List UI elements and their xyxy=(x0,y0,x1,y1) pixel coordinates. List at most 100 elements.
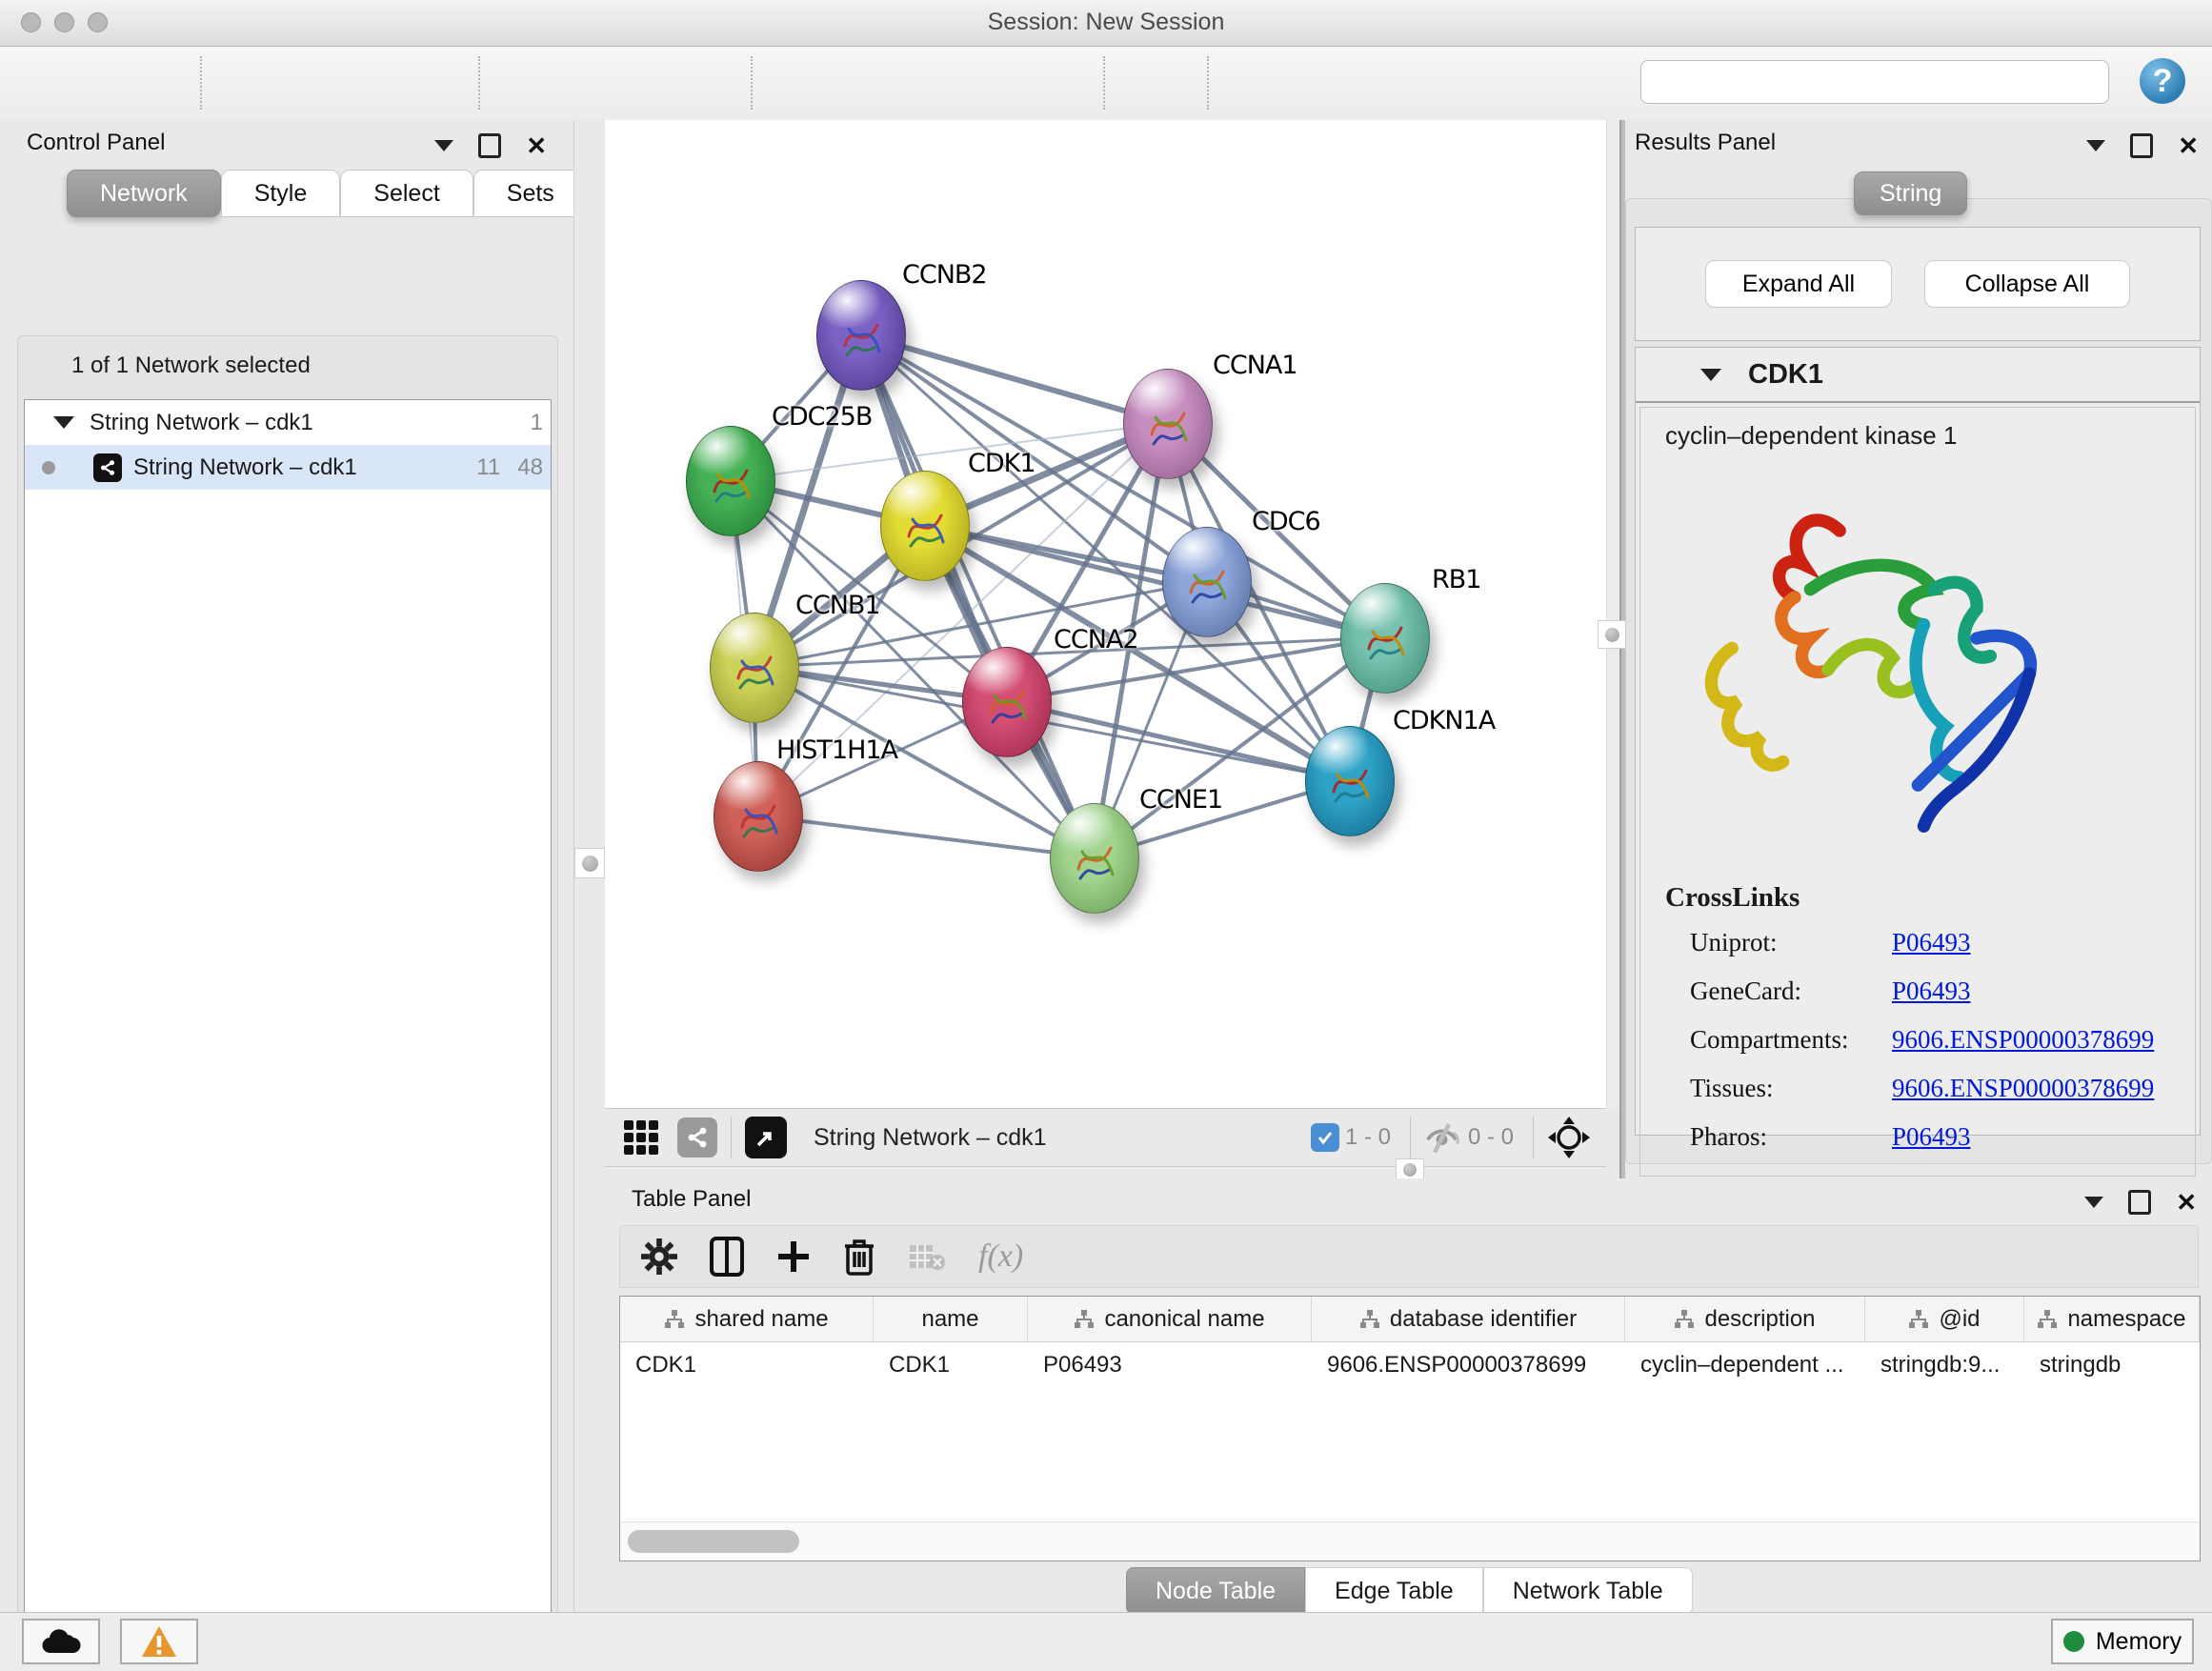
show-hide-graphics-button[interactable] xyxy=(1402,52,1463,113)
help-button[interactable]: ? xyxy=(2140,58,2185,104)
crosslink-label: Compartments: xyxy=(1690,1025,1892,1055)
column-header-shared-name[interactable]: shared name xyxy=(620,1297,874,1341)
network-tree-root-row[interactable]: String Network – cdk1 1 xyxy=(25,400,551,445)
table-panel-float-icon[interactable] xyxy=(2128,1190,2151,1215)
tab-style[interactable]: Style xyxy=(221,170,341,217)
column-header-database-identifier[interactable]: database identifier xyxy=(1312,1297,1625,1341)
table-row[interactable]: CDK1CDK1P064939606.ENSP00000378699cyclin… xyxy=(620,1342,2200,1388)
network-node-hist1h1a[interactable] xyxy=(714,761,803,872)
hidden-count: 0 - 0 xyxy=(1468,1124,1514,1151)
selected-checkbox-icon[interactable] xyxy=(1311,1123,1339,1152)
zoom-fit-button[interactable] xyxy=(928,52,989,113)
crosslink-link[interactable]: P06493 xyxy=(1892,976,1971,1006)
tab-select[interactable]: Select xyxy=(340,170,473,217)
results-panel-menu-icon[interactable] xyxy=(2086,140,2105,151)
table-cell[interactable]: 9606.ENSP00000378699 xyxy=(1312,1342,1625,1388)
grid-view-icon[interactable] xyxy=(622,1118,660,1157)
scrollbar-thumb[interactable] xyxy=(628,1530,799,1553)
network-node-cdk1[interactable] xyxy=(880,471,970,581)
table-horizontal-scrollbar[interactable] xyxy=(620,1521,2200,1560)
zoom-out-button[interactable] xyxy=(847,52,908,113)
zoom-selected-button[interactable] xyxy=(1013,52,1074,113)
network-node-ccna2[interactable] xyxy=(962,647,1052,757)
control-panel-menu-icon[interactable] xyxy=(434,140,453,151)
network-node-ccna1[interactable] xyxy=(1123,369,1213,479)
open-in-window-icon[interactable] xyxy=(745,1117,787,1158)
network-share-icon[interactable] xyxy=(677,1117,717,1158)
tab-network[interactable]: Network xyxy=(67,170,221,217)
network-node-ccne1[interactable] xyxy=(1050,803,1139,914)
import-table-button[interactable] xyxy=(392,52,453,113)
memory-button[interactable]: Memory xyxy=(2051,1619,2194,1664)
show-columns-icon[interactable] xyxy=(710,1237,744,1277)
search-input[interactable] xyxy=(1683,69,1961,95)
network-from-clipboard-button[interactable] xyxy=(1233,52,1294,113)
table-panel-menu-icon[interactable] xyxy=(2084,1197,2103,1208)
tab-network-table[interactable]: Network Table xyxy=(1483,1567,1693,1615)
crosslink-link[interactable]: 9606.ENSP00000378699 xyxy=(1892,1025,2154,1055)
pan-crosshair-icon[interactable] xyxy=(1547,1116,1591,1159)
expand-all-button[interactable]: Expand All xyxy=(1705,260,1892,308)
table-cell[interactable]: CDK1 xyxy=(874,1342,1028,1388)
table-cell[interactable]: stringdb:9... xyxy=(1865,1342,2024,1388)
refresh-button[interactable] xyxy=(1127,52,1188,113)
import-network-button[interactable] xyxy=(216,52,277,113)
control-panel-close-icon[interactable]: ✕ xyxy=(526,136,547,155)
export-network-button[interactable] xyxy=(494,52,555,113)
network-tree-child-row[interactable]: String Network – cdk1 11 48 xyxy=(25,445,551,490)
network-node-ccnb1[interactable] xyxy=(710,613,799,723)
export-table-button[interactable] xyxy=(575,52,636,113)
table-panel-close-icon[interactable]: ✕ xyxy=(2176,1193,2197,1212)
cloud-button[interactable] xyxy=(22,1619,100,1664)
zoom-in-button[interactable] xyxy=(766,52,827,113)
tab-string[interactable]: String xyxy=(1854,171,1967,215)
crosslink-link[interactable]: P06493 xyxy=(1892,1122,1971,1152)
table-cell[interactable]: stringdb xyxy=(2024,1342,2200,1388)
network-node-ccnb2[interactable] xyxy=(816,280,906,391)
left-splitter-handle[interactable] xyxy=(574,848,605,878)
protein-ribbon-thumbnail xyxy=(899,494,951,557)
column-header--id[interactable]: @id xyxy=(1865,1297,2024,1341)
tab-node-table[interactable]: Node Table xyxy=(1126,1567,1305,1615)
right-splitter-handle[interactable] xyxy=(1598,620,1626,649)
open-session-button[interactable] xyxy=(40,52,101,113)
toolbar-separator xyxy=(751,56,753,110)
results-panel-close-icon[interactable]: ✕ xyxy=(2178,136,2199,155)
delete-trash-icon[interactable] xyxy=(843,1238,875,1276)
network-node-cdkn1a[interactable] xyxy=(1305,726,1395,836)
table-settings-gear-icon[interactable] xyxy=(641,1238,677,1275)
control-panel-float-icon[interactable] xyxy=(478,133,501,158)
warnings-button[interactable] xyxy=(120,1619,198,1664)
network-node-cdc25b[interactable] xyxy=(686,426,775,536)
hidden-eye-icon[interactable] xyxy=(1424,1121,1462,1154)
birdseye-button[interactable] xyxy=(1483,52,1544,113)
selected-count: 1 - 0 xyxy=(1345,1124,1391,1151)
entry-expander-icon[interactable] xyxy=(1700,369,1721,381)
right-gutter[interactable] xyxy=(1606,120,1620,1108)
network-node-cdc6[interactable] xyxy=(1162,527,1252,637)
import-network-from-database-button[interactable] xyxy=(305,52,366,113)
column-header-description[interactable]: description xyxy=(1625,1297,1865,1341)
export-image-button[interactable] xyxy=(664,52,725,113)
results-panel-float-icon[interactable] xyxy=(2130,133,2153,158)
crosslink-link[interactable]: P06493 xyxy=(1892,928,1971,957)
tab-sets[interactable]: Sets xyxy=(473,170,588,217)
horizontal-splitter[interactable] xyxy=(605,1167,1606,1178)
table-cell[interactable]: P06493 xyxy=(1028,1342,1312,1388)
homes-button[interactable] xyxy=(1315,52,1376,113)
tab-edge-table[interactable]: Edge Table xyxy=(1305,1567,1483,1615)
collapse-all-button[interactable]: Collapse All xyxy=(1924,260,2130,308)
column-header-name[interactable]: name xyxy=(874,1297,1028,1341)
network-node-rb1[interactable] xyxy=(1340,583,1430,694)
tree-expander-icon[interactable] xyxy=(53,416,74,429)
entry-header[interactable]: CDK1 xyxy=(1636,348,2200,403)
save-session-button[interactable] xyxy=(122,52,183,113)
crosslink-link[interactable]: 9606.ENSP00000378699 xyxy=(1892,1074,2154,1103)
table-cell[interactable]: cyclin–dependent ... xyxy=(1625,1342,1865,1388)
network-canvas[interactable]: CCNB2 CCNA1 CDC25B CDK1 CDC6 RB1 CCNB1 C… xyxy=(605,120,1606,1108)
table-cell[interactable]: CDK1 xyxy=(620,1342,874,1388)
crosslink-row: Pharos: P06493 xyxy=(1690,1122,2185,1152)
column-header-namespace[interactable]: namespace xyxy=(2024,1297,2200,1341)
add-icon[interactable] xyxy=(776,1239,811,1274)
column-header-canonical-name[interactable]: canonical name xyxy=(1028,1297,1312,1341)
